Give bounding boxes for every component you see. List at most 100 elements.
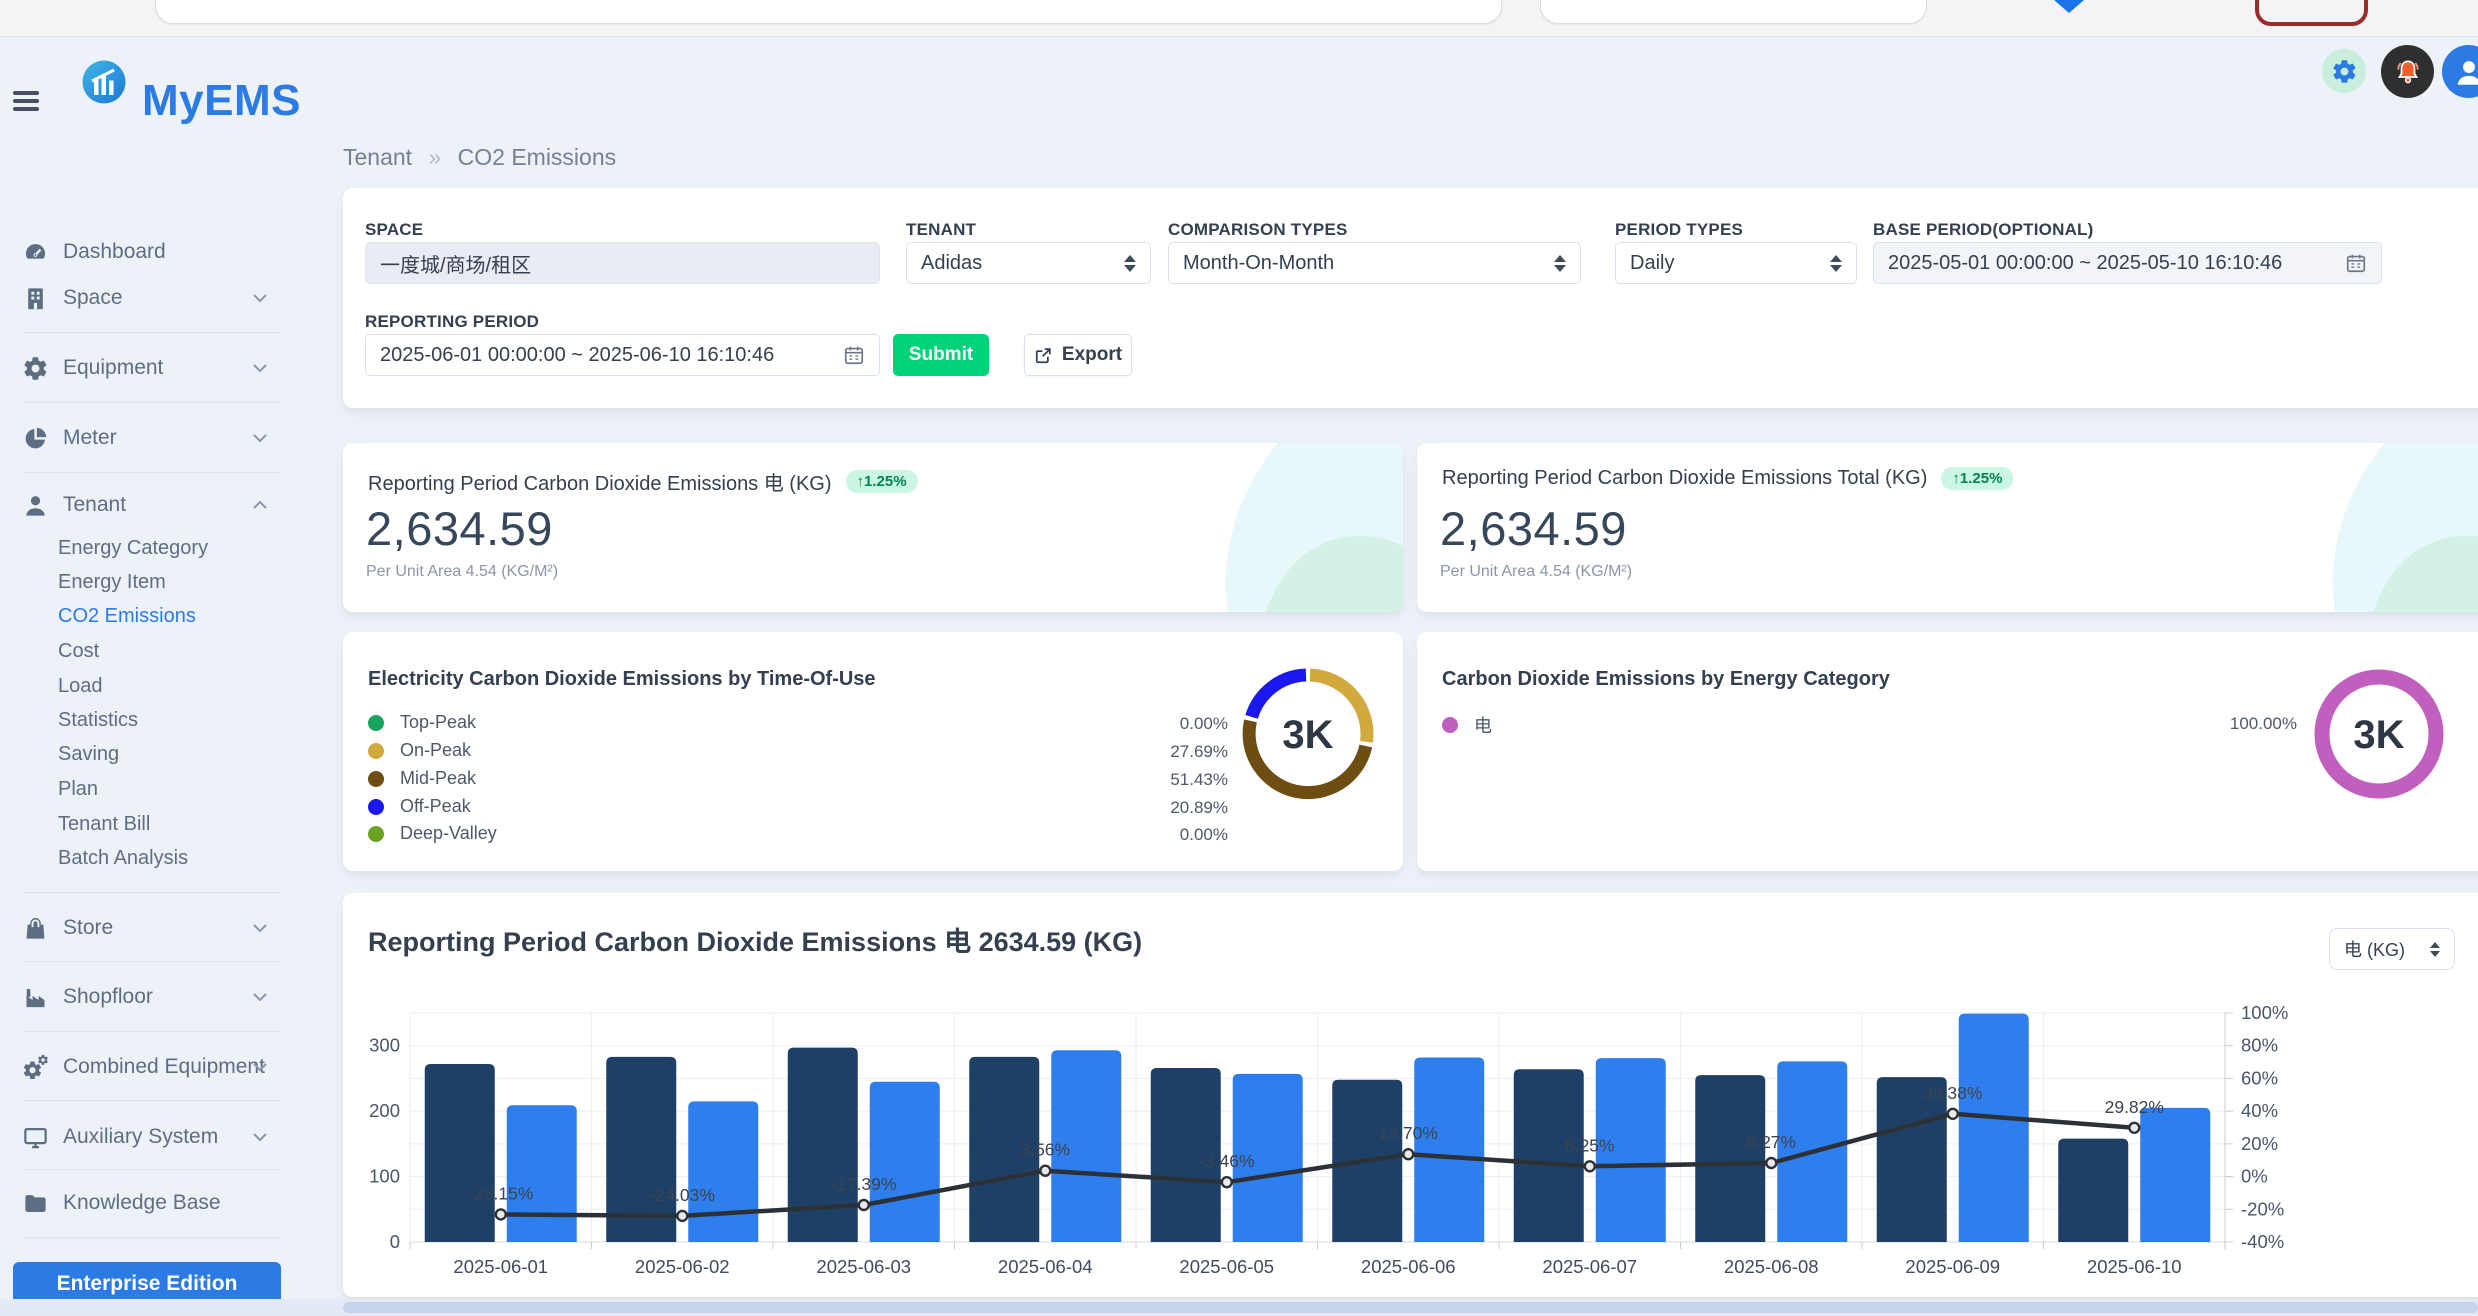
sidebar-item-equipment[interactable]: Equipment — [0, 348, 300, 388]
svg-text:2025-06-06: 2025-06-06 — [1361, 1256, 1456, 1277]
svg-text:3K: 3K — [1282, 713, 1333, 757]
base-period-input[interactable]: 2025-05-01 00:00:00 ~ 2025-05-10 16:10:4… — [1873, 242, 2382, 284]
svg-text:-20%: -20% — [2241, 1198, 2284, 1219]
sidebar-item-store[interactable]: Store — [0, 908, 300, 948]
chevron-down-icon — [252, 1131, 268, 1143]
reporting-period-value: 2025-06-01 00:00:00 ~ 2025-06-10 16:10:4… — [380, 344, 843, 367]
period-types-select[interactable]: Daily — [1615, 242, 1857, 284]
breadcrumb-section[interactable]: Tenant — [343, 144, 412, 170]
sidebar-item-label: Combined Equipment — [63, 1055, 265, 1079]
unit-select[interactable]: 电 (KG) — [2329, 928, 2455, 970]
breadcrumb: Tenant » CO2 Emissions — [343, 144, 616, 171]
sidebar-item-combined-equipment[interactable]: Combined Equipment — [0, 1047, 300, 1087]
sidebar-subitem-energy-item[interactable]: Energy Item — [58, 567, 166, 597]
scrollbar-thumb[interactable] — [343, 1302, 2478, 1313]
legend-label: On-Peak — [400, 740, 471, 761]
horizontal-scrollbar[interactable] — [0, 1299, 2478, 1316]
myems-logo-icon[interactable] — [81, 59, 127, 105]
sidebar-item-meter[interactable]: Meter — [0, 418, 300, 458]
submit-button[interactable]: Submit — [893, 334, 989, 376]
sidebar-item-dashboard[interactable]: Dashboard — [0, 232, 300, 272]
sidebar-item-label: Equipment — [63, 356, 163, 380]
svg-text:8.27%: 8.27% — [1746, 1132, 1796, 1152]
sidebar-item-space[interactable]: Space — [0, 278, 300, 318]
sidebar-item-label: Dashboard — [63, 240, 166, 264]
sidebar-subitem-energy-category[interactable]: Energy Category — [58, 533, 208, 563]
energy-category-donut-chart[interactable]: 3K — [2309, 664, 2449, 804]
select-arrows-icon — [1830, 255, 1842, 272]
base-period-value: 2025-05-01 00:00:00 ~ 2025-05-10 16:10:4… — [1888, 252, 2345, 275]
legend-value: 100.00% — [2177, 714, 2297, 734]
time-of-use-card: Electricity Carbon Dioxide Emissions by … — [343, 632, 1403, 871]
svg-text:2025-06-10: 2025-06-10 — [2087, 1256, 2182, 1277]
export-button[interactable]: Export — [1024, 334, 1132, 376]
sidebar-subitem-plan[interactable]: Plan — [58, 774, 98, 804]
svg-text:60%: 60% — [2241, 1067, 2278, 1088]
gear-icon — [22, 355, 49, 382]
svg-text:2025-06-05: 2025-06-05 — [1179, 1256, 1274, 1277]
time-of-use-donut-chart[interactable]: 3K — [1238, 664, 1378, 804]
sidebar-item-auxiliary-system[interactable]: Auxiliary System — [0, 1117, 300, 1157]
user-avatar[interactable] — [2442, 45, 2478, 98]
sidebar-item-knowledge-base[interactable]: Knowledge Base — [0, 1183, 300, 1223]
sidebar-item-tenant[interactable]: Tenant — [0, 485, 300, 525]
legend-item[interactable]: Top-Peak — [368, 712, 476, 733]
kpi-card-electricity: Reporting Period Carbon Dioxide Emission… — [343, 443, 1403, 612]
sidebar-item-shopfloor[interactable]: Shopfloor — [0, 977, 300, 1017]
kpi-value: 2,634.59 — [366, 501, 553, 556]
factory-icon — [22, 984, 49, 1011]
sidebar-divider — [22, 1031, 280, 1032]
svg-text:200: 200 — [369, 1100, 400, 1121]
svg-text:100: 100 — [369, 1166, 400, 1187]
chevron-down-icon — [252, 432, 268, 444]
svg-text:3K: 3K — [2353, 713, 2404, 757]
svg-text:3.56%: 3.56% — [1020, 1140, 1070, 1160]
sidebar-subitem-statistics[interactable]: Statistics — [58, 705, 138, 735]
chevron-down-icon — [252, 991, 268, 1003]
gauge-icon — [22, 239, 49, 266]
legend-item[interactable]: 电 — [1442, 712, 1492, 738]
legend-label: Top-Peak — [400, 712, 476, 733]
legend-dot — [368, 771, 384, 787]
space-input[interactable]: 一度城/商场/租区 — [365, 242, 880, 284]
sidebar-item-label: Meter — [63, 426, 117, 450]
sidebar-divider — [22, 1100, 280, 1101]
legend-item[interactable]: Mid-Peak — [368, 768, 476, 789]
legend-label: Mid-Peak — [400, 768, 476, 789]
comparison-types-select[interactable]: Month-On-Month — [1168, 242, 1581, 284]
sidebar-divider — [22, 402, 280, 403]
building-icon — [22, 285, 49, 312]
browser-strip — [0, 0, 2478, 37]
tenant-select[interactable]: Adidas — [906, 242, 1151, 284]
sidebar-subitem-co2-emissions[interactable]: CO2 Emissions — [58, 601, 196, 631]
kpi-trend-badge: ↑1.25% — [1941, 467, 2013, 490]
kpi-trend-badge: ↑1.25% — [846, 470, 918, 493]
space-value: 一度城/商场/租区 — [380, 249, 865, 278]
svg-text:0%: 0% — [2241, 1166, 2268, 1187]
sidebar-subitem-tenant-bill[interactable]: Tenant Bill — [58, 809, 150, 839]
kpi-subtitle: Per Unit Area 4.54 (KG/M²) — [366, 563, 558, 581]
legend-dot — [368, 826, 384, 842]
reporting-period-input[interactable]: 2025-06-01 00:00:00 ~ 2025-06-10 16:10:4… — [365, 334, 880, 376]
sidebar-subitem-saving[interactable]: Saving — [58, 739, 119, 769]
legend-value: 51.43% — [1108, 770, 1228, 790]
svg-text:300: 300 — [369, 1035, 400, 1056]
gears-icon — [22, 1054, 49, 1081]
settings-gear-button[interactable] — [2322, 49, 2366, 93]
legend-item[interactable]: On-Peak — [368, 740, 471, 761]
svg-text:13.70%: 13.70% — [1379, 1123, 1438, 1143]
notifications-button[interactable] — [2381, 45, 2434, 98]
sidebar-subitem-batch-analysis[interactable]: Batch Analysis — [58, 843, 188, 873]
sidebar-divider — [22, 332, 280, 333]
bar-line-combo-chart[interactable]: 100%80%60%40%20%0%-20%-40%01002003002025… — [360, 985, 2478, 1293]
select-arrows-icon — [1124, 255, 1136, 272]
sidebar-subitem-load[interactable]: Load — [58, 671, 103, 701]
svg-text:100%: 100% — [2241, 1002, 2288, 1023]
folder-icon — [22, 1190, 49, 1217]
legend-item[interactable]: Off-Peak — [368, 796, 471, 817]
comparison-value: Month-On-Month — [1183, 252, 1544, 275]
sidebar-divider — [22, 961, 280, 962]
legend-item[interactable]: Deep-Valley — [368, 823, 497, 844]
chevron-down-icon — [252, 922, 268, 934]
sidebar-subitem-cost[interactable]: Cost — [58, 636, 99, 666]
